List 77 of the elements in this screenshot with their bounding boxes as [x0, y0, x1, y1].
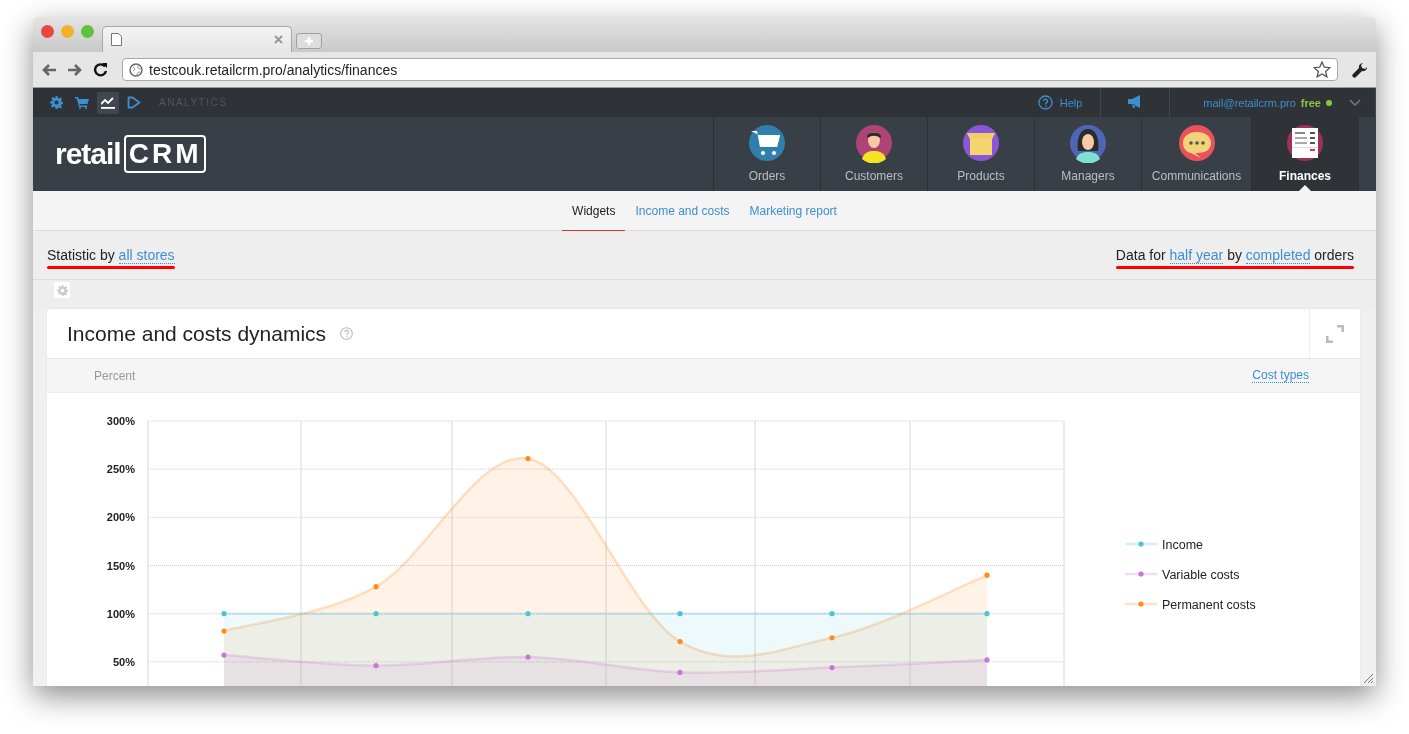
- legend-label: Income: [1162, 537, 1204, 552]
- page-icon: [111, 33, 122, 46]
- plan-label: free: [1300, 96, 1321, 109]
- back-icon[interactable]: [41, 62, 57, 77]
- browser-tab[interactable]: [102, 26, 292, 52]
- data-point[interactable]: [373, 663, 379, 669]
- chevron-down-icon[interactable]: [1349, 98, 1361, 107]
- module-tab[interactable]: Finances: [1251, 117, 1358, 191]
- cart-icon: [747, 123, 787, 163]
- widget-title: Income and costs dynamics: [67, 321, 327, 346]
- data-point[interactable]: [525, 455, 531, 462]
- data-point[interactable]: [829, 611, 835, 617]
- data-point[interactable]: [373, 584, 379, 590]
- wrench-icon[interactable]: [1352, 61, 1368, 78]
- legend-item[interactable]: Permanent costs: [1125, 597, 1256, 612]
- y-tick-label: 200%: [106, 511, 135, 524]
- y-tick-label: 250%: [106, 463, 135, 476]
- document-icon: [1285, 123, 1325, 163]
- data-point[interactable]: [677, 639, 683, 645]
- help-icon[interactable]: [340, 327, 354, 340]
- box-icon: [961, 123, 1001, 163]
- plus-icon: [304, 36, 314, 46]
- data-point[interactable]: [677, 669, 683, 676]
- data-point[interactable]: [221, 611, 227, 617]
- legend-item[interactable]: Income: [1125, 537, 1203, 552]
- settings-button[interactable]: [54, 282, 70, 298]
- y-tick-label: 300%: [106, 415, 135, 427]
- data-point[interactable]: [984, 657, 990, 663]
- data-point[interactable]: [677, 611, 683, 617]
- subnav-tab[interactable]: Marketing report: [739, 191, 847, 231]
- module-tab[interactable]: Customers: [820, 117, 927, 191]
- module-tab[interactable]: Orders: [713, 117, 820, 191]
- data-point[interactable]: [829, 665, 835, 671]
- filter-sentence: Data for half year by completed orders: [1115, 247, 1354, 263]
- legend-label: Variable costs: [1162, 567, 1240, 582]
- star-icon[interactable]: [1313, 61, 1331, 78]
- close-window-button[interactable]: [41, 25, 54, 38]
- globe-icon: [129, 62, 143, 77]
- filter-link[interactable]: half year: [1169, 247, 1224, 264]
- legend-label: Permanent costs: [1162, 597, 1256, 612]
- resize-grip-icon[interactable]: [1363, 673, 1374, 684]
- help-icon: [1037, 95, 1053, 110]
- help-link[interactable]: Help: [1037, 88, 1101, 117]
- cost-types-link[interactable]: Cost types: [1252, 368, 1309, 383]
- person-icon: [854, 123, 894, 163]
- expand-icon[interactable]: [1326, 324, 1344, 343]
- module-tab[interactable]: Managers: [1034, 117, 1141, 191]
- filter-link[interactable]: all stores: [118, 247, 175, 264]
- filter-sentence: Statistic by all stores: [47, 247, 175, 263]
- data-point[interactable]: [525, 654, 531, 660]
- data-point[interactable]: [221, 652, 227, 658]
- data-point[interactable]: [984, 572, 990, 578]
- module-tab[interactable]: Products: [927, 117, 1034, 191]
- filter-link[interactable]: completed: [1245, 247, 1311, 264]
- user-email[interactable]: mail@retailcrm.pro: [1203, 96, 1296, 109]
- person-icon: [1068, 123, 1108, 163]
- data-point[interactable]: [221, 628, 227, 634]
- y-tick-label: 150%: [106, 559, 135, 572]
- status-dot-icon: [1326, 99, 1332, 106]
- logo[interactable]: retail CRM: [33, 117, 713, 191]
- speech-bubble-icon: [1176, 123, 1217, 163]
- legend-item[interactable]: Variable costs: [1125, 567, 1240, 582]
- maximize-window-button[interactable]: [81, 25, 94, 38]
- data-point[interactable]: [373, 611, 379, 617]
- reload-icon[interactable]: [93, 62, 108, 77]
- data-point[interactable]: [984, 611, 990, 617]
- address-bar[interactable]: testcouk.retailcrm.pro/analytics/finances: [122, 58, 1338, 81]
- subnav-tab[interactable]: Income and costs: [625, 191, 740, 231]
- close-icon[interactable]: [274, 35, 283, 44]
- data-point[interactable]: [829, 635, 835, 641]
- new-tab-button[interactable]: [296, 33, 322, 49]
- y-tick-label: 100%: [106, 607, 135, 620]
- minimize-window-button[interactable]: [61, 25, 74, 38]
- data-point[interactable]: [525, 611, 531, 617]
- forward-icon[interactable]: [67, 62, 83, 77]
- unit-label: Percent: [94, 368, 136, 383]
- y-tick-label: 50%: [112, 655, 135, 668]
